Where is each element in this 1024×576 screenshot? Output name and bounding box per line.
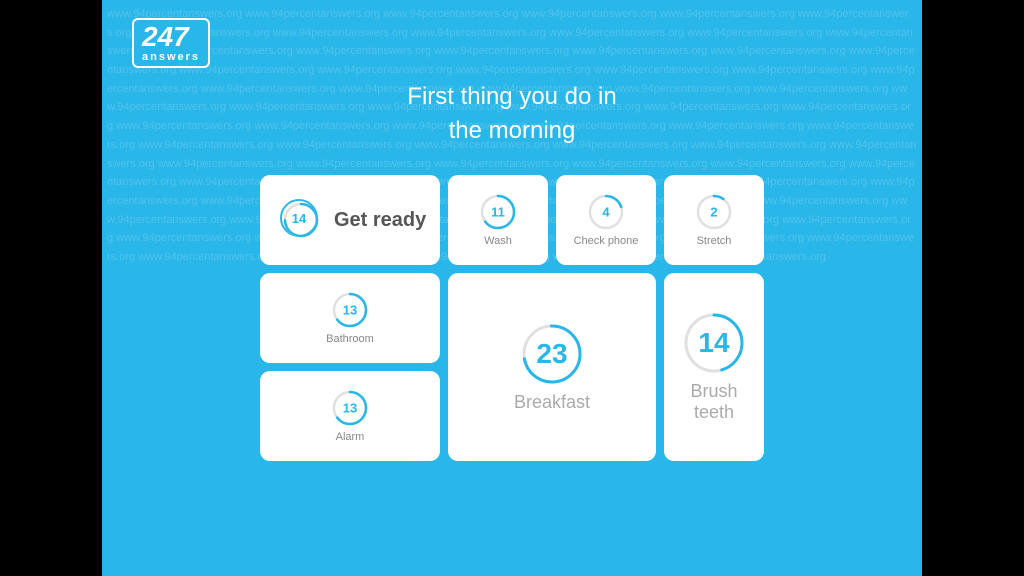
wash-number: 11	[491, 205, 505, 220]
wash-label: Wash	[484, 235, 512, 247]
stretch-number: 2	[710, 205, 717, 220]
brush-teeth-label: Brush teeth	[674, 381, 754, 423]
alarm-number: 13	[343, 401, 357, 416]
logo: 247 answers	[132, 18, 210, 68]
get-ready-label: Get ready	[334, 209, 426, 232]
card-check-phone[interactable]: 4 Check phone	[556, 175, 656, 265]
stretch-label: Stretch	[697, 235, 732, 247]
check-phone-number: 4	[602, 205, 609, 220]
card-get-ready[interactable]: 14 Get ready	[260, 175, 440, 265]
answers-grid: 14 Get ready 11 Wash 4	[260, 175, 764, 461]
alarm-label: Alarm	[336, 431, 365, 443]
question-text: First thing you do inthe morning	[407, 80, 616, 147]
card-brush-teeth[interactable]: 14 Brush teeth	[664, 273, 764, 461]
bathroom-label: Bathroom	[326, 333, 374, 345]
check-phone-label: Check phone	[574, 235, 639, 247]
card-wash[interactable]: 11 Wash	[448, 175, 548, 265]
brush-teeth-number: 14	[698, 327, 729, 359]
breakfast-label: Breakfast	[514, 392, 590, 413]
card-bathroom[interactable]: 13 Bathroom	[260, 273, 440, 363]
card-breakfast[interactable]: 23 Breakfast	[448, 273, 656, 461]
logo-number: 247	[142, 23, 200, 51]
bathroom-number: 13	[343, 303, 357, 318]
logo-text: answers	[142, 51, 200, 63]
get-ready-badge: 14	[280, 199, 318, 237]
main-container: www.94percentanswers.org www.94percentan…	[102, 0, 922, 576]
card-alarm[interactable]: 13 Alarm	[260, 371, 440, 461]
breakfast-number: 23	[536, 338, 567, 370]
card-stretch[interactable]: 2 Stretch	[664, 175, 764, 265]
